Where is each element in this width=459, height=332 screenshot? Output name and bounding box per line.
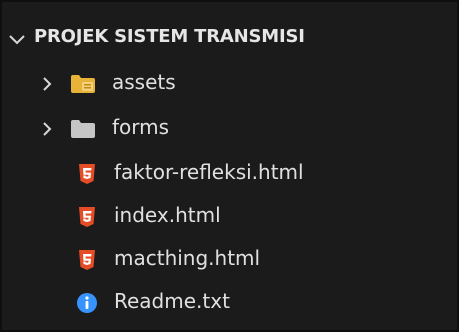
explorer-title: PROJEK SISTEM TRANSMISI (34, 26, 305, 47)
tree-item-label: faktor-refleksi.html (114, 160, 304, 184)
chevron-right-icon[interactable] (38, 75, 56, 93)
html5-icon (79, 207, 95, 227)
info-icon (77, 293, 97, 313)
html5-icon (79, 250, 95, 270)
tree-item-faktor-refleksi[interactable]: faktor-refleksi.html (2, 154, 457, 194)
tree-item-index[interactable]: index.html (2, 197, 457, 237)
folder-icon (71, 120, 95, 138)
tree-item-label: assets (112, 70, 176, 94)
chevron-right-icon[interactable] (38, 120, 56, 138)
explorer-header[interactable]: PROJEK SISTEM TRANSMISI (2, 19, 457, 59)
tree-item-label: Readme.txt (114, 289, 230, 313)
tree-item-assets[interactable]: assets (2, 64, 457, 104)
tree-item-forms[interactable]: forms (2, 109, 457, 149)
tree-item-label: macthing.html (114, 246, 261, 270)
file-explorer: PROJEK SISTEM TRANSMISI assets forms fak… (0, 0, 459, 332)
folder-assets-icon (71, 75, 95, 93)
html5-icon (79, 164, 95, 184)
tree-item-macthing[interactable]: macthing.html (2, 240, 457, 280)
tree-item-label: forms (112, 115, 170, 139)
tree-item-readme[interactable]: Readme.txt (2, 283, 457, 323)
chevron-down-icon[interactable] (6, 29, 28, 51)
tree-item-label: index.html (114, 203, 221, 227)
